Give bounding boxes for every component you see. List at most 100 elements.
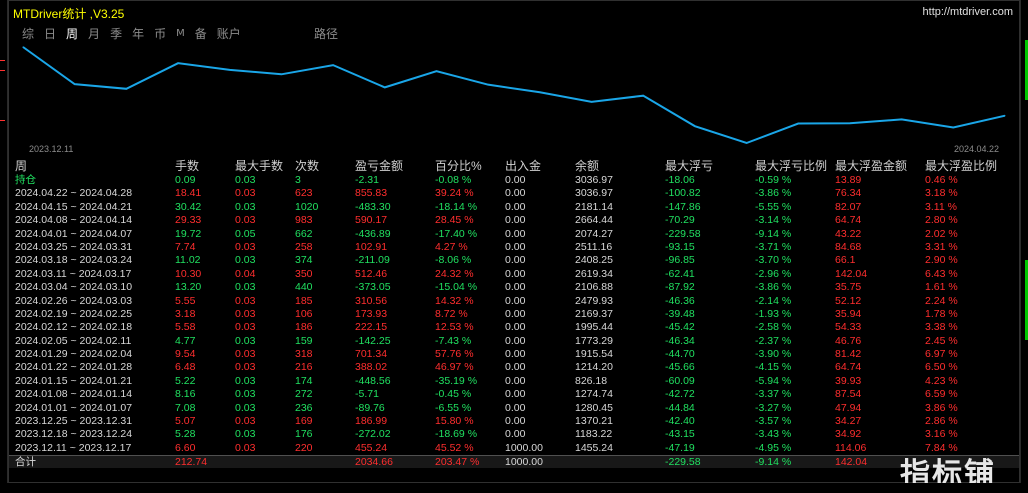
cell-col-0: 2024.01.22 ~ 2024.01.28 — [15, 361, 133, 374]
cell-col-11: 1.78 % — [925, 307, 958, 320]
cell-col-4: 102.91 — [355, 240, 388, 253]
cell-col-9: 最大浮亏比例 — [755, 159, 828, 173]
cell-col-6: 0.00 — [505, 388, 526, 401]
table-row: 2024.04.22 ~ 2024.04.28 18.41 0.03 623 855.8… — [9, 187, 1019, 200]
cell-col-4: -448.56 — [355, 374, 391, 387]
cell-col-0: 2024.02.12 ~ 2024.02.18 — [15, 321, 133, 334]
balance-point — [280, 73, 282, 75]
cell-col-3: 次数 — [295, 159, 320, 173]
cell-col-1: 0.09 — [175, 174, 196, 186]
cell-col-10: 84.68 — [835, 240, 862, 253]
table-row: 2024.03.04 ~ 2024.03.10 13.20 0.03 440 -373.… — [9, 281, 1019, 294]
cell-col-9: -3.27 % — [755, 401, 792, 414]
balance-point — [952, 126, 954, 128]
cell-col-4: 388.02 — [355, 361, 388, 374]
cell-col-8: -93.15 — [665, 240, 695, 253]
tab-5[interactable]: 年 — [127, 25, 149, 43]
cell-col-3: 106 — [295, 307, 313, 320]
cell-col-5: -35.19 % — [435, 374, 478, 387]
cell-col-9: -3.86 % — [755, 281, 792, 294]
cell-col-1: 7.74 — [175, 240, 196, 253]
tab-2[interactable]: 周 — [61, 25, 83, 43]
balance-point — [487, 84, 489, 86]
cell-col-10: 35.94 — [835, 307, 862, 320]
cell-col-7: 2074.27 — [575, 227, 613, 240]
table-row: 2024.02.12 ~ 2024.02.18 5.58 0.03 186 222.15… — [9, 321, 1019, 334]
table-row: 2024.04.01 ~ 2024.04.07 19.72 0.05 662 -436.… — [9, 228, 1019, 241]
cell-col-9: -5.94 % — [755, 374, 792, 387]
balance-point — [435, 70, 437, 72]
period-tabs: 综日周月季年币 M 备账户 — [17, 25, 246, 43]
balance-point — [591, 101, 593, 103]
cell-col-4: -436.89 — [355, 227, 391, 240]
cell-col-2: 0.03 — [235, 441, 256, 454]
cell-col-11: 6.43 % — [925, 267, 958, 280]
cell-col-1: 5.55 — [175, 294, 196, 307]
cell-col-9: -3.37 % — [755, 388, 792, 401]
cell-col-1: 手数 — [175, 159, 200, 173]
balance-point — [229, 69, 231, 71]
balance-point — [849, 122, 851, 124]
cell-col-6: 0.00 — [505, 281, 526, 294]
cell-col-4: -142.25 — [355, 334, 391, 347]
tab-4[interactable]: 季 — [105, 25, 127, 43]
cell-col-4: -2.31 — [355, 174, 379, 186]
cell-col-3: 272 — [295, 388, 313, 401]
table-row: 2023.12.11 ~ 2023.12.17 6.60 0.03 220 455.24… — [9, 442, 1019, 455]
cell-col-5: 12.53 % — [435, 321, 474, 334]
cell-col-10: 46.76 — [835, 334, 862, 347]
balance-chart — [13, 43, 1015, 155]
cell-col-11: 2.86 % — [925, 415, 958, 428]
cell-col-2: 0.03 — [235, 254, 256, 267]
cell-col-1: 10.30 — [175, 267, 202, 280]
cell-col-3: 159 — [295, 334, 313, 347]
cell-col-9: -2.58 % — [755, 321, 792, 334]
cell-col-10: 76.34 — [835, 187, 862, 200]
cell-col-0: 周 — [15, 159, 28, 173]
cell-col-9: -9.14 % — [755, 456, 792, 469]
cell-col-5: 46.97 % — [435, 361, 474, 374]
cell-col-1: 5.22 — [175, 374, 196, 387]
cell-col-11: 2.90 % — [925, 254, 958, 267]
cell-col-0: 2024.04.22 ~ 2024.04.28 — [15, 187, 133, 200]
cell-col-6: 0.00 — [505, 415, 526, 428]
tab-3[interactable]: 月 — [83, 25, 105, 43]
cell-col-8: -229.58 — [665, 456, 701, 469]
cell-col-0: 合计 — [15, 456, 36, 469]
cell-col-2: 最大手数 — [235, 159, 284, 173]
tab-route[interactable]: 路径 — [314, 25, 338, 43]
cell-col-9: -4.95 % — [755, 441, 792, 454]
cell-col-9: -3.14 % — [755, 214, 792, 227]
cell-col-4: 512.46 — [355, 267, 388, 280]
website-link[interactable]: http://mtdriver.com — [923, 6, 1013, 18]
cell-col-8: -45.42 — [665, 321, 695, 334]
cell-col-6: 0.00 — [505, 374, 526, 387]
tab-8[interactable]: 备 — [190, 25, 212, 43]
cell-col-7: 2408.25 — [575, 254, 613, 267]
cell-col-4: -272.02 — [355, 428, 391, 441]
cell-col-1: 6.48 — [175, 361, 196, 374]
cell-col-2: 0.03 — [235, 361, 256, 374]
cell-col-11: 2.24 % — [925, 294, 958, 307]
cell-col-9: -9.14 % — [755, 227, 792, 240]
cell-col-2: 0.03 — [235, 214, 256, 227]
balance-line — [22, 46, 1006, 145]
table-row: 2024.02.05 ~ 2024.02.11 4.77 0.03 159 -142.2… — [9, 335, 1019, 348]
tab-6[interactable]: 币 — [149, 25, 171, 43]
cell-col-2: 0.03 — [235, 307, 256, 320]
tab-1[interactable]: 日 — [39, 25, 61, 43]
total-row: 合计 212.74 2034.66 203.47 % 1000.00 -229.58 -9.… — [9, 455, 1019, 469]
tab-0[interactable]: 综 — [17, 25, 39, 43]
cell-col-10: 39.93 — [835, 374, 862, 387]
cell-col-7: 2169.37 — [575, 307, 613, 320]
statistics-panel: MTDriver统计 ,V3.25 http://mtdriver.com 综日… — [8, 0, 1020, 483]
balance-point — [694, 125, 696, 127]
tab-7[interactable]: M — [171, 25, 190, 43]
cell-col-11: 最大浮盈比例 — [925, 159, 998, 173]
cell-col-6: 0.00 — [505, 214, 526, 227]
cell-col-4: 701.34 — [355, 348, 388, 361]
cell-col-3: 169 — [295, 415, 313, 428]
cell-col-9: -2.96 % — [755, 267, 792, 280]
tab-9[interactable]: 账户 — [212, 25, 246, 43]
cell-col-1: 9.54 — [175, 348, 196, 361]
